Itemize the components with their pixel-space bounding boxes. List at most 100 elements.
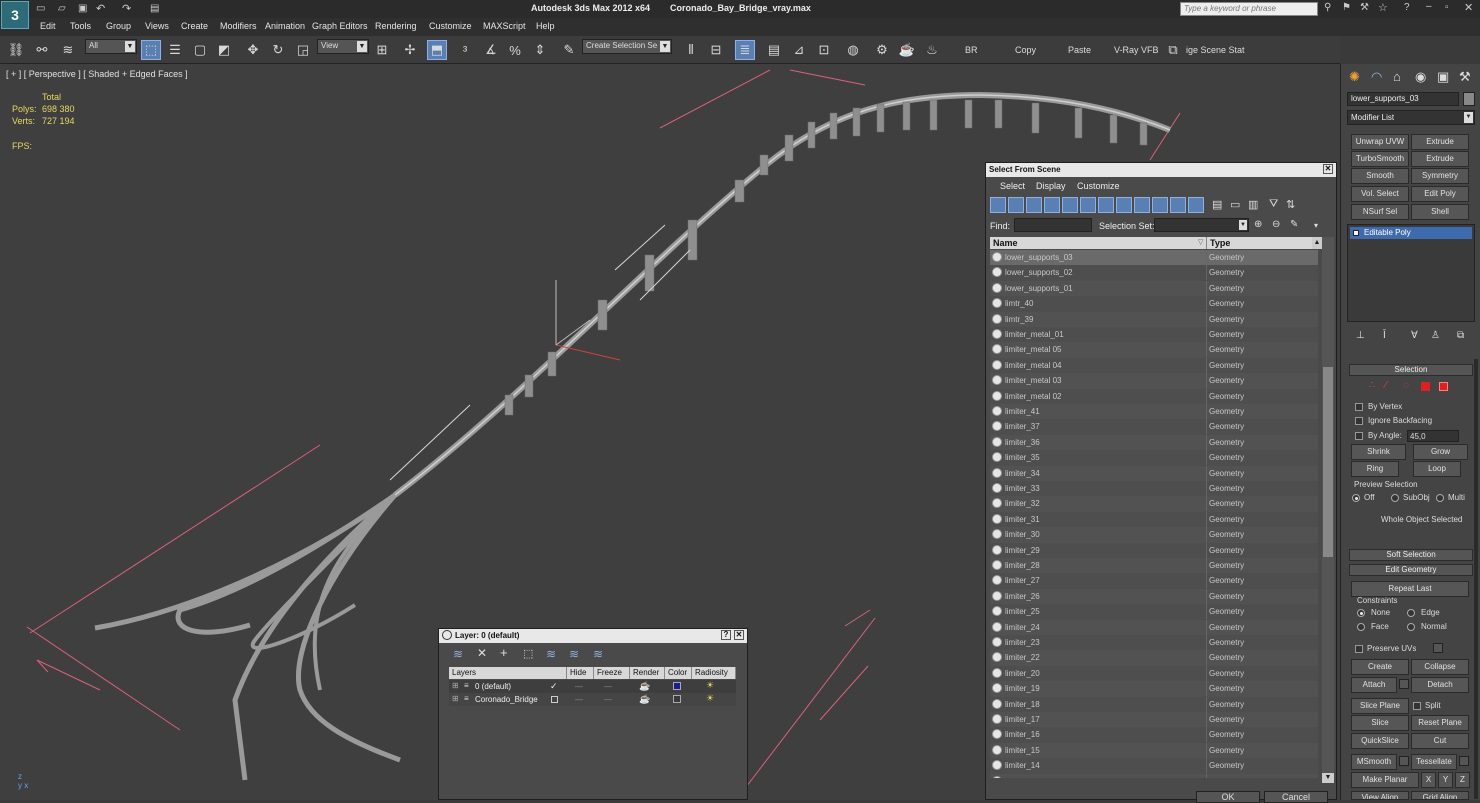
border-mode-icon[interactable]: ◌ bbox=[1403, 380, 1409, 391]
object-color-swatch[interactable] bbox=[1463, 92, 1475, 106]
rectangular-selection-icon[interactable]: ▢ bbox=[190, 40, 210, 60]
table-row[interactable]: limiter_33 Geometry bbox=[990, 481, 1318, 497]
extrude-button[interactable]: Extrude bbox=[1411, 134, 1469, 150]
scroll-up-icon[interactable]: ▲ bbox=[1312, 237, 1322, 249]
quickslice-button[interactable]: QuickSlice bbox=[1351, 733, 1409, 749]
scale-icon[interactable]: ◲ bbox=[293, 40, 313, 60]
select-none-icon[interactable]: ▭ bbox=[1230, 198, 1240, 211]
table-row[interactable]: limiter_28 Geometry bbox=[990, 558, 1318, 574]
render-production-icon[interactable]: ♨ bbox=[922, 40, 942, 60]
object-name-field[interactable]: lower_supports_03 bbox=[1347, 92, 1459, 106]
favorites-icon[interactable]: ☆ bbox=[1378, 1, 1388, 14]
keyboard-shortcut-override-icon[interactable]: ⬒ bbox=[427, 40, 447, 60]
by-vertex-checkbox[interactable] bbox=[1355, 403, 1363, 411]
tessellate-button[interactable]: Tessellate bbox=[1411, 754, 1457, 770]
reset-plane-button[interactable]: Reset Plane bbox=[1411, 715, 1469, 731]
table-row[interactable]: limiter_metal 04 Geometry bbox=[990, 357, 1318, 374]
align-icon[interactable]: ⊟ bbox=[706, 40, 726, 60]
project-icon[interactable]: ▤ bbox=[150, 3, 159, 14]
menu-help[interactable]: Help bbox=[536, 21, 555, 31]
dialog-title-bar[interactable]: Layer: 0 (default) ? ✕ bbox=[439, 629, 747, 643]
by-angle-checkbox[interactable] bbox=[1355, 432, 1363, 440]
display-shapes-icon[interactable] bbox=[1008, 197, 1024, 213]
minimize-icon[interactable]: – bbox=[1426, 1, 1432, 12]
hide-all-icon[interactable]: ≋ bbox=[569, 647, 579, 661]
sfs-menu-display[interactable]: Display bbox=[1036, 181, 1066, 191]
snaps-toggle-icon[interactable]: ³ bbox=[455, 40, 475, 60]
layer-row[interactable]: ⊞ ≡ 0 (default) ✓ — — ☕ ☀ bbox=[449, 680, 736, 693]
cut-button[interactable]: Cut bbox=[1411, 733, 1469, 749]
select-in-layer-icon[interactable]: ⬚ bbox=[523, 647, 533, 660]
highlight-layer-icon[interactable]: ≋ bbox=[546, 647, 556, 661]
filter-icon[interactable]: ⛛ bbox=[1269, 198, 1278, 211]
table-row[interactable]: limiter_30 Geometry bbox=[990, 527, 1318, 543]
polygon-mode-icon[interactable] bbox=[1421, 382, 1430, 391]
menu-edit[interactable]: Edit bbox=[40, 21, 56, 31]
layer-color-swatch[interactable] bbox=[673, 682, 681, 690]
shell-button[interactable]: Shell bbox=[1411, 204, 1469, 220]
curve-editor-icon[interactable]: ⊿ bbox=[789, 40, 809, 60]
close-icon[interactable]: ✕ bbox=[1464, 1, 1473, 14]
table-row[interactable]: limiter_25 Geometry bbox=[990, 604, 1318, 620]
remove-modifier-icon[interactable]: ♙ bbox=[1431, 330, 1440, 341]
table-row[interactable]: lower_supports_01 Geometry bbox=[990, 280, 1318, 297]
planar-z-button[interactable]: Z bbox=[1455, 772, 1470, 788]
table-row[interactable]: lower_supports_02 Geometry bbox=[990, 265, 1318, 281]
msmooth-settings-icon[interactable] bbox=[1399, 756, 1409, 766]
bind-space-warp-icon[interactable]: ≋ bbox=[58, 40, 78, 60]
table-row[interactable]: limiter_37 Geometry bbox=[990, 419, 1318, 435]
table-row[interactable]: limiter_19 Geometry bbox=[990, 681, 1318, 697]
table-row[interactable]: limiter_17 Geometry bbox=[990, 712, 1318, 728]
sfs-menu-customize[interactable]: Customize bbox=[1077, 181, 1120, 191]
close-icon[interactable]: ✕ bbox=[734, 630, 744, 640]
table-row[interactable]: limiter_metal_01 Geometry bbox=[990, 327, 1318, 343]
open-icon[interactable]: ▱ bbox=[58, 3, 66, 14]
select-by-name-icon[interactable]: ☰ bbox=[165, 40, 185, 60]
communication-icon[interactable]: ⚒ bbox=[1360, 2, 1369, 13]
preserve-uvs-checkbox[interactable] bbox=[1355, 645, 1363, 653]
menu-animation[interactable]: Animation bbox=[265, 21, 305, 31]
table-row[interactable]: limiter_27 Geometry bbox=[990, 573, 1318, 589]
display-containers-icon[interactable] bbox=[1152, 197, 1168, 213]
constraint-edge-radio[interactable] bbox=[1407, 609, 1415, 617]
display-helpers-icon[interactable] bbox=[1062, 197, 1078, 213]
selection-set-add-icon[interactable]: ⊕ bbox=[1254, 219, 1262, 230]
column-header-type[interactable]: Type bbox=[1210, 238, 1230, 248]
table-row[interactable]: limiter_18 Geometry bbox=[990, 696, 1318, 712]
constraint-normal-radio[interactable] bbox=[1407, 623, 1415, 631]
attach-button[interactable]: Attach bbox=[1351, 677, 1397, 693]
reference-coordinate-dropdown[interactable]: View ▼ bbox=[317, 39, 369, 54]
preview-multi-radio[interactable] bbox=[1436, 494, 1444, 502]
render-setup-icon[interactable]: ⚙ bbox=[872, 40, 892, 60]
stack-item-editable-poly[interactable]: Editable Poly bbox=[1350, 227, 1472, 239]
table-row[interactable]: limiter_metal 02 Geometry bbox=[990, 388, 1318, 404]
view-align-button[interactable]: View Align bbox=[1351, 791, 1409, 800]
preview-subobj-radio[interactable] bbox=[1391, 494, 1399, 502]
expand-icon[interactable]: ⊞ bbox=[452, 681, 459, 690]
table-row[interactable]: limiter_24 Geometry bbox=[990, 619, 1318, 635]
link-icon[interactable]: ⛓ bbox=[6, 40, 26, 60]
preserve-uvs-settings-icon[interactable] bbox=[1433, 643, 1443, 653]
planar-x-button[interactable]: X bbox=[1421, 772, 1436, 788]
attach-settings-icon[interactable] bbox=[1399, 679, 1409, 689]
display-xrefs-icon[interactable] bbox=[1116, 197, 1132, 213]
undo-icon[interactable]: ↶ bbox=[96, 2, 105, 15]
scroll-down-icon[interactable]: ▼ bbox=[1322, 773, 1334, 783]
constraint-face-radio[interactable] bbox=[1357, 623, 1365, 631]
select-all-icon[interactable]: ▤ bbox=[1212, 198, 1222, 211]
make-planar-button[interactable]: Make Planar bbox=[1351, 772, 1419, 788]
current-layer-box-icon[interactable] bbox=[551, 696, 558, 703]
modifier-list-dropdown[interactable]: Modifier List ▼ bbox=[1347, 110, 1475, 125]
make-unique-icon[interactable]: ∀ bbox=[1411, 330, 1418, 341]
named-selection-dropdown[interactable]: Create Selection Se ▼ bbox=[582, 39, 672, 54]
render-teapot-icon[interactable]: ☕ bbox=[639, 694, 650, 705]
table-row[interactable]: limiter_13 Geometry bbox=[990, 773, 1318, 778]
options-icon[interactable]: ▾ bbox=[1314, 221, 1318, 230]
br-button[interactable]: BR bbox=[965, 45, 978, 55]
subscription-icon[interactable]: ⚑ bbox=[1342, 2, 1351, 13]
planar-y-button[interactable]: Y bbox=[1438, 772, 1453, 788]
repeat-last-button[interactable]: Repeat Last bbox=[1351, 581, 1469, 597]
show-end-result-icon[interactable]: Ī bbox=[1383, 330, 1386, 341]
shrink-button[interactable]: Shrink bbox=[1351, 444, 1406, 460]
material-editor-icon[interactable]: ◍ bbox=[843, 40, 863, 60]
